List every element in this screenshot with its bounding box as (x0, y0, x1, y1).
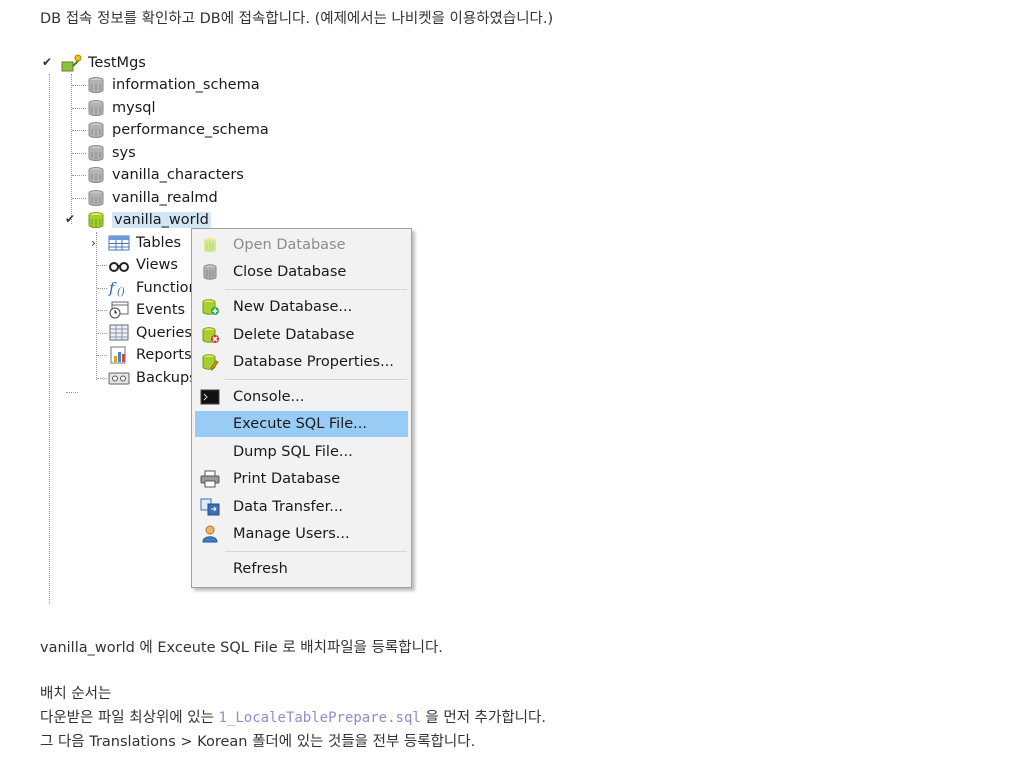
table-icon (108, 235, 130, 251)
chevron-right-icon[interactable]: › (91, 236, 96, 250)
tree-item-views[interactable]: Views (108, 255, 178, 275)
tree-item-label: Tables (136, 235, 182, 251)
data-transfer-icon (197, 498, 223, 516)
tree-item-label: Views (136, 257, 178, 273)
function-icon: f() (108, 279, 130, 297)
tree-db-label: vanilla_realmd (112, 190, 218, 206)
tree-item-label: Backups (136, 370, 197, 386)
user-icon (197, 525, 223, 543)
database-icon (86, 121, 106, 139)
tree-db-information-schema[interactable]: information_schema (86, 75, 260, 95)
tree-item-backups[interactable]: Backups (108, 368, 197, 388)
tree-db-label: mysql (112, 100, 156, 116)
report-icon (108, 346, 130, 364)
body-line-3-text: 다운받은 파일 최상위에 있는 (40, 710, 219, 726)
tree-item-events[interactable]: Events (108, 300, 185, 320)
tree-item-label: Events (136, 302, 186, 318)
printer-icon (197, 470, 223, 488)
tree-db-performance-schema[interactable]: performance_schema (86, 120, 269, 140)
menu-close-database[interactable]: Close Database (195, 259, 408, 285)
menu-refresh[interactable]: Refresh (195, 556, 408, 582)
context-menu: Open Database Close Database New Databas… (191, 228, 412, 588)
menu-data-transfer[interactable]: Data Transfer... (195, 494, 408, 520)
tree-item-label: Queries (136, 325, 192, 341)
database-icon (197, 263, 223, 281)
database-delete-icon (197, 326, 223, 344)
menu-console[interactable]: Console... (195, 384, 408, 410)
database-open-icon (86, 211, 106, 229)
menu-separator (225, 289, 407, 290)
tree-item-label: Reports (136, 347, 192, 363)
tree-db-sys[interactable]: sys (86, 143, 136, 163)
tree-connection-label: TestMgs (88, 55, 146, 71)
menu-dump-sql-file[interactable]: Dump SQL File... (195, 439, 408, 465)
database-open-icon (197, 236, 223, 254)
svg-text:(): () (117, 287, 125, 297)
sql-filename: 1_LocaleTablePrepare.sql (218, 710, 421, 726)
console-icon (197, 389, 223, 405)
tree-db-vanilla-characters[interactable]: vanilla_characters (86, 165, 244, 185)
menu-print-database[interactable]: Print Database (195, 466, 408, 492)
chevron-down-icon[interactable]: ✔ (42, 55, 52, 69)
database-icon (86, 166, 106, 184)
body-line-4: 그 다음 Translations > Korean 폴더에 있는 것들을 전부… (40, 734, 476, 750)
tree-db-mysql[interactable]: mysql (86, 98, 156, 118)
menu-open-database[interactable]: Open Database (195, 232, 408, 258)
menu-delete-database[interactable]: Delete Database (195, 322, 408, 348)
database-properties-icon (197, 353, 223, 371)
connection-icon (60, 54, 82, 72)
database-add-icon (197, 298, 223, 316)
database-icon (86, 189, 106, 207)
backup-icon (108, 370, 130, 386)
body-line-2: 배치 순서는 (40, 686, 112, 702)
tree-connection-testmgs[interactable]: TestMgs (60, 53, 146, 73)
menu-separator (225, 379, 407, 380)
menu-database-properties[interactable]: Database Properties... (195, 349, 408, 375)
events-icon (108, 301, 130, 319)
menu-new-database[interactable]: New Database... (195, 294, 408, 320)
tree-db-vanilla-realmd[interactable]: vanilla_realmd (86, 188, 218, 208)
menu-manage-users[interactable]: Manage Users... (195, 521, 408, 547)
menu-execute-sql-file[interactable]: Execute SQL File... (195, 411, 408, 437)
tree-item-queries[interactable]: Queries (108, 323, 192, 343)
body-line-3: 다운받은 파일 최상위에 있는 1_LocaleTablePrepare.sql… (40, 706, 546, 727)
menu-separator (225, 551, 407, 552)
tree-item-reports[interactable]: Reports (108, 345, 192, 365)
glasses-icon (108, 257, 130, 273)
body-line-1: vanilla_world 에 Exceute SQL File 로 배치파일을… (40, 640, 443, 656)
tree-db-vanilla-world[interactable]: vanilla_world (86, 210, 211, 230)
database-icon (86, 144, 106, 162)
tree-item-tables[interactable]: Tables (108, 233, 181, 253)
database-icon (86, 76, 106, 94)
tree-db-label: sys (112, 145, 136, 161)
database-icon (86, 99, 106, 117)
tree-db-label: performance_schema (112, 122, 269, 138)
tree-db-label: vanilla_characters (112, 167, 244, 183)
body-line-3-text-end: 을 먼저 추가합니다. (420, 710, 546, 726)
chevron-down-icon[interactable]: ✔ (65, 212, 75, 226)
tree-db-label: vanilla_world (112, 212, 211, 228)
svg-text:f: f (108, 279, 117, 297)
tree-db-label: information_schema (112, 77, 260, 93)
queries-icon (108, 324, 130, 342)
